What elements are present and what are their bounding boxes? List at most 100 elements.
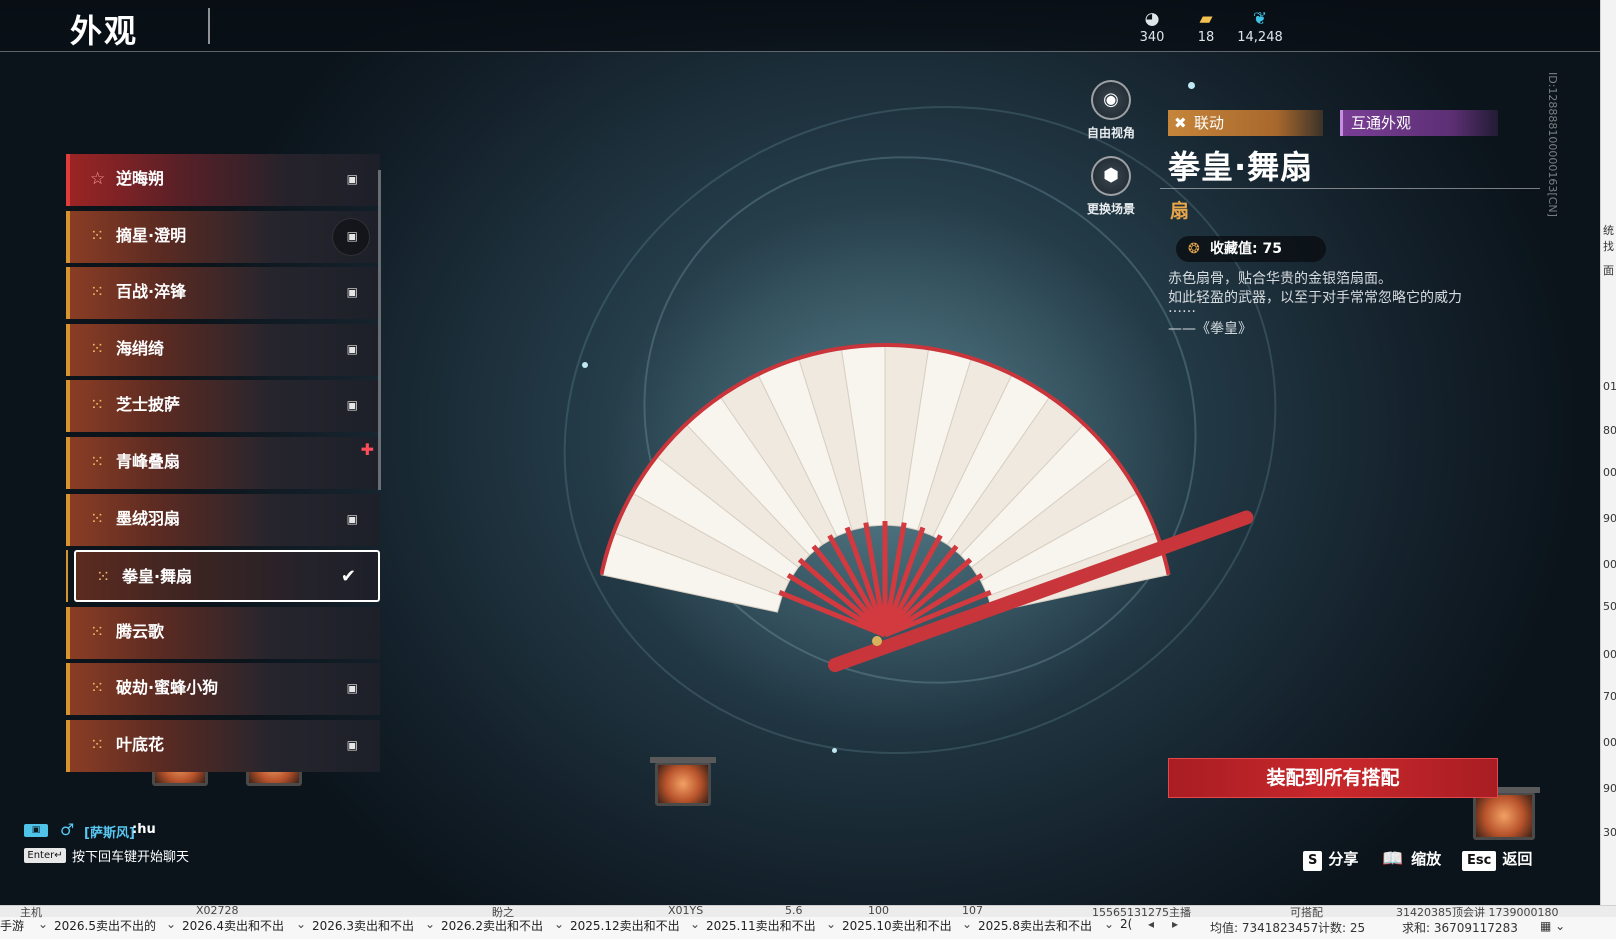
- tab-dropdown-icon[interactable]: ⌄: [826, 917, 836, 931]
- appearance-item-name: 摘星·澄明: [116, 225, 187, 245]
- sheet-stat-count: 计数: 25: [1318, 921, 1366, 935]
- appearance-item-name: 青峰叠扇: [116, 452, 181, 471]
- appearance-item-name: 破劫·蜜蜂小狗: [116, 678, 219, 698]
- ticket-icon: ▰: [1199, 9, 1213, 29]
- lock-icon: ▣: [346, 738, 358, 752]
- appearance-item[interactable]: ☆ 逆晦朔 ▣: [66, 154, 380, 206]
- edge-cell: 00: [1603, 558, 1616, 571]
- chat-hint: 按下回车键开始聊天: [72, 850, 190, 865]
- appearance-item-name: 海绡绮: [116, 338, 165, 358]
- sheet-tab[interactable]: 2026.5卖出不出的: [54, 917, 156, 934]
- free-camera-button[interactable]: ◉ 自由视角: [1076, 80, 1146, 141]
- tab-dropdown-icon[interactable]: ⌄: [425, 917, 435, 931]
- appearance-item[interactable]: ⁙ 摘星·澄明 ▣: [66, 210, 380, 263]
- sheet-stat-sum: 求和: 36709117283: [1402, 921, 1518, 935]
- fan-pivot: [872, 636, 882, 646]
- star-icon: ☆: [90, 169, 106, 189]
- sheet-tab[interactable]: 2025.10卖出和不出: [842, 917, 952, 934]
- spreadsheet-edge: 统找面 016 80 001 90 00 50 001 70 001 90 30: [1600, 0, 1616, 905]
- sheet-tab[interactable]: 2026.4卖出和不出: [182, 917, 284, 934]
- shared-tag-label: 互通外观: [1351, 114, 1412, 132]
- edge-cell: 50: [1603, 600, 1616, 613]
- item-description: ……: [1168, 300, 1196, 316]
- appearance-item-name: 百战·淬锋: [116, 282, 187, 302]
- sheet-tab[interactable]: 2025.8卖出去和不出: [978, 917, 1092, 934]
- list-scrollbar[interactable]: [378, 170, 381, 490]
- share-action[interactable]: S 分享: [1303, 848, 1358, 871]
- appearance-item[interactable]: ⁙ 叶底花 ▣: [66, 720, 380, 772]
- sheet-tab[interactable]: 2025.11卖出和不出: [706, 917, 816, 934]
- edge-cell: 统找: [1603, 224, 1614, 253]
- tab-dropdown-icon[interactable]: ⌄: [554, 917, 564, 931]
- page-title: 外观: [70, 12, 139, 50]
- peek-cell: 107: [962, 904, 983, 917]
- edge-cell: 001: [1603, 648, 1616, 661]
- appearance-item[interactable]: ⁙ 海绡绮 ▣: [66, 323, 380, 376]
- game-viewport: 外观 ◕ 340 ▰ 18 ❦ 14,248 ☆ 逆晦朔 ▣ ⁙ 摘星·澄明 ▣ ⁙ 百战·淬…: [0, 0, 1600, 905]
- key-s: S: [1303, 851, 1323, 871]
- edge-cell: 90: [1603, 512, 1616, 525]
- sheet-tab[interactable]: 2(: [1120, 917, 1132, 931]
- back-action[interactable]: Esc 返回: [1462, 848, 1532, 871]
- lock-icon: ▣: [346, 285, 358, 300]
- edge-cell: 90: [1603, 782, 1616, 795]
- sparkle: [582, 362, 588, 368]
- view-mode-icon[interactable]: ▦ ⌄: [1540, 919, 1565, 933]
- peek-cell: 100: [868, 904, 889, 917]
- collection-value: 收藏值: 75: [1210, 241, 1282, 257]
- edge-cell: 016: [1603, 380, 1616, 393]
- collection-icon: ❂: [1188, 241, 1200, 257]
- title-divider: [1160, 188, 1540, 189]
- cube-icon: ⬢: [1091, 156, 1131, 196]
- sheet-tab[interactable]: 2025.12卖出和不出: [570, 917, 680, 934]
- appearance-item[interactable]: ⁙ 青峰叠扇 ✚: [66, 437, 380, 489]
- edge-cell: 70: [1603, 690, 1616, 703]
- zoom-action[interactable]: 📖 缩放: [1380, 848, 1441, 869]
- tab-dropdown-icon[interactable]: ⌄: [296, 917, 306, 931]
- appearance-item[interactable]: ⁙ 芝士披萨 ▣: [66, 380, 380, 433]
- item-title: 拳皇·舞扇: [1168, 148, 1314, 186]
- appearance-item[interactable]: ⁙ 破劫·蜜蜂小狗 ▣: [66, 663, 380, 716]
- appearance-item-name: 腾云歌: [116, 621, 165, 641]
- checkmark-icon: ✔: [340, 566, 356, 588]
- shared-appearance-tag: 互通外观: [1340, 110, 1498, 136]
- tab-dropdown-icon[interactable]: ⌄: [1104, 917, 1114, 931]
- appearance-item[interactable]: ⁙ 腾云歌: [66, 606, 380, 659]
- collab-tag: ✖ 联动: [1168, 110, 1323, 136]
- coin-stack-icon: ◕: [1144, 9, 1160, 29]
- lantern-decoration: [650, 757, 716, 806]
- tab-scroll-right-icon[interactable]: ▸: [1172, 917, 1178, 931]
- zoom-label: 缩放: [1411, 850, 1442, 868]
- appearance-item[interactable]: ⁙ 拳皇·舞扇 ✔: [66, 550, 380, 603]
- appearance-item[interactable]: ⁙ 百战·淬锋 ▣: [66, 267, 380, 320]
- tab-dropdown-icon[interactable]: ⌄: [166, 917, 176, 931]
- peek-cell: 31420385顶会讲 1739000180: [1396, 906, 1559, 919]
- tab-dropdown-icon[interactable]: ⌄: [38, 917, 48, 931]
- feather-icon: ❦: [1252, 9, 1268, 29]
- tab-scroll-left-icon[interactable]: ◂: [1148, 917, 1154, 931]
- change-scene-button[interactable]: ⬢ 更换场景: [1076, 156, 1146, 217]
- collection-value-badge: ❂ 收藏值: 75: [1176, 236, 1326, 262]
- appearance-list[interactable]: ☆ 逆晦朔 ▣ ⁙ 摘星·澄明 ▣ ⁙ 百战·淬锋 ▣ ⁙ 海绡绮 ▣ ⁙ 芝士披萨 ▣ ⁙ 青峰叠扇 ✚ ⁙ 墨绒羽…: [66, 150, 386, 790]
- back-label: 返回: [1502, 850, 1533, 868]
- quality-mark-icon: ⁙: [90, 678, 105, 699]
- sheet-tab[interactable]: 手游: [0, 917, 24, 934]
- appearance-item[interactable]: ⁙ 墨绒羽扇 ▣: [66, 493, 380, 546]
- folding-fan-model: [600, 343, 1254, 672]
- quality-mark-icon: ⁙: [90, 621, 105, 642]
- peek-cell: X01YS: [668, 904, 704, 917]
- sheet-tab[interactable]: 2026.2卖出和不出: [441, 917, 543, 934]
- chat-channel-icon[interactable]: ▣: [24, 824, 48, 837]
- appearance-item-name: 叶底花: [116, 735, 165, 754]
- currency-tickets[interactable]: ▰ 18: [1176, 8, 1236, 45]
- camera-icon: ◉: [1091, 80, 1131, 120]
- sheet-tab[interactable]: 2026.3卖出和不出: [312, 917, 414, 934]
- tab-dropdown-icon[interactable]: ⌄: [962, 917, 972, 931]
- currency-coins[interactable]: ◕ 340: [1122, 8, 1182, 45]
- id-watermark: ID:128888100000163[CN]: [1546, 72, 1559, 217]
- edge-cell: 001: [1603, 466, 1616, 479]
- currency-feathers[interactable]: ❦ 14,248: [1230, 8, 1290, 45]
- appearance-item-name: 墨绒羽扇: [116, 508, 181, 528]
- equip-to-all-outfits-button[interactable]: 装配到所有搭配: [1168, 758, 1498, 798]
- tab-dropdown-icon[interactable]: ⌄: [690, 917, 700, 931]
